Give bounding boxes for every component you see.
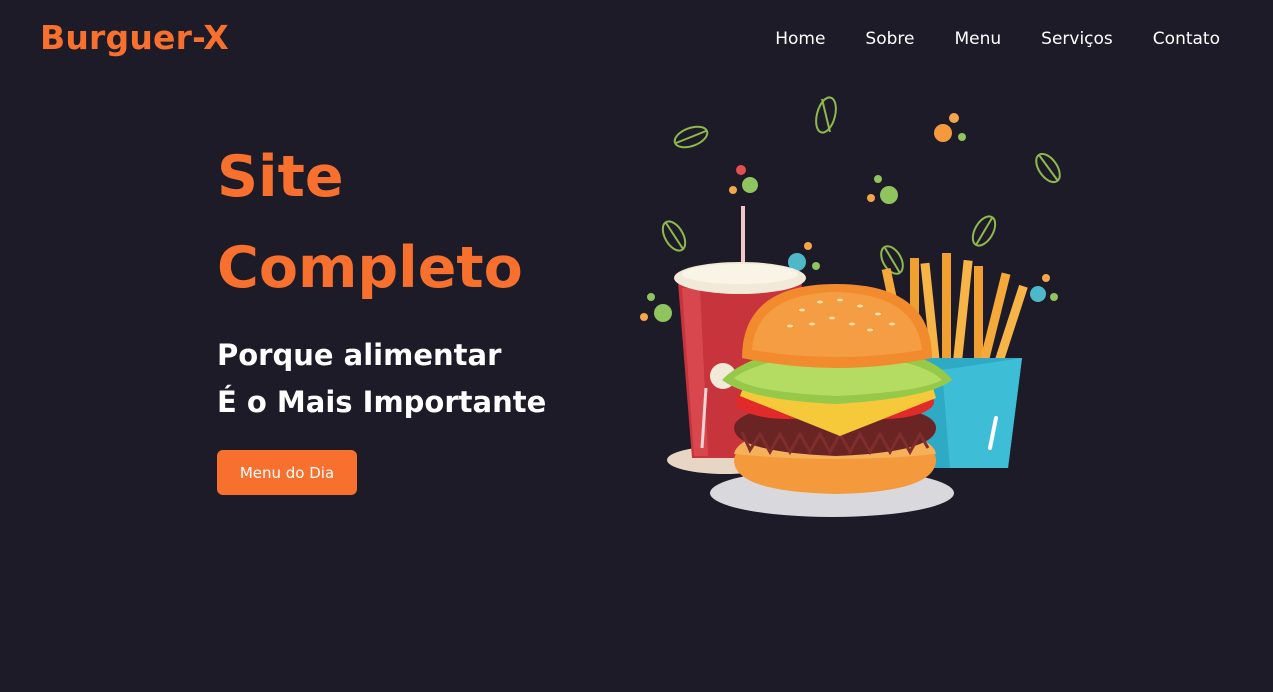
leaf-icon xyxy=(971,215,997,247)
hero-title: Site Completo xyxy=(217,132,597,314)
leaf-icon xyxy=(815,96,837,134)
nav-link-servicos[interactable]: Serviços xyxy=(1041,26,1113,52)
nav-link-home[interactable]: Home xyxy=(775,26,825,52)
hero-text: Site Completo Porque alimentar É o Mais … xyxy=(217,132,597,426)
menu-do-dia-button[interactable]: Menu do Dia xyxy=(217,450,357,495)
burger-combo-svg xyxy=(640,96,1061,517)
brand-logo[interactable]: Burguer-X xyxy=(40,18,229,58)
burger-shape xyxy=(722,284,952,494)
leaf-icon xyxy=(1035,152,1061,184)
hero-subtitle-line2: É o Mais Importante xyxy=(217,385,547,419)
leaf-icon xyxy=(880,245,904,275)
nav-link-menu[interactable]: Menu xyxy=(954,26,1001,52)
hero-title-line1: Site xyxy=(217,144,344,210)
hero-subtitle-line1: Porque alimentar xyxy=(217,338,502,372)
burger-combo-illustration xyxy=(630,88,1070,528)
hero-subtitle: Porque alimentar É o Mais Importante xyxy=(217,332,597,426)
navbar: Burguer-X Home Sobre Menu Serviços Conta… xyxy=(0,0,1273,78)
nav-link-sobre[interactable]: Sobre xyxy=(865,26,914,52)
nav-menu: Home Sobre Menu Serviços Contato xyxy=(735,26,1220,52)
leaf-icon xyxy=(673,125,709,149)
nav-link-contato[interactable]: Contato xyxy=(1153,26,1220,52)
leaf-icon xyxy=(661,220,687,252)
hero-title-line2: Completo xyxy=(217,235,523,301)
